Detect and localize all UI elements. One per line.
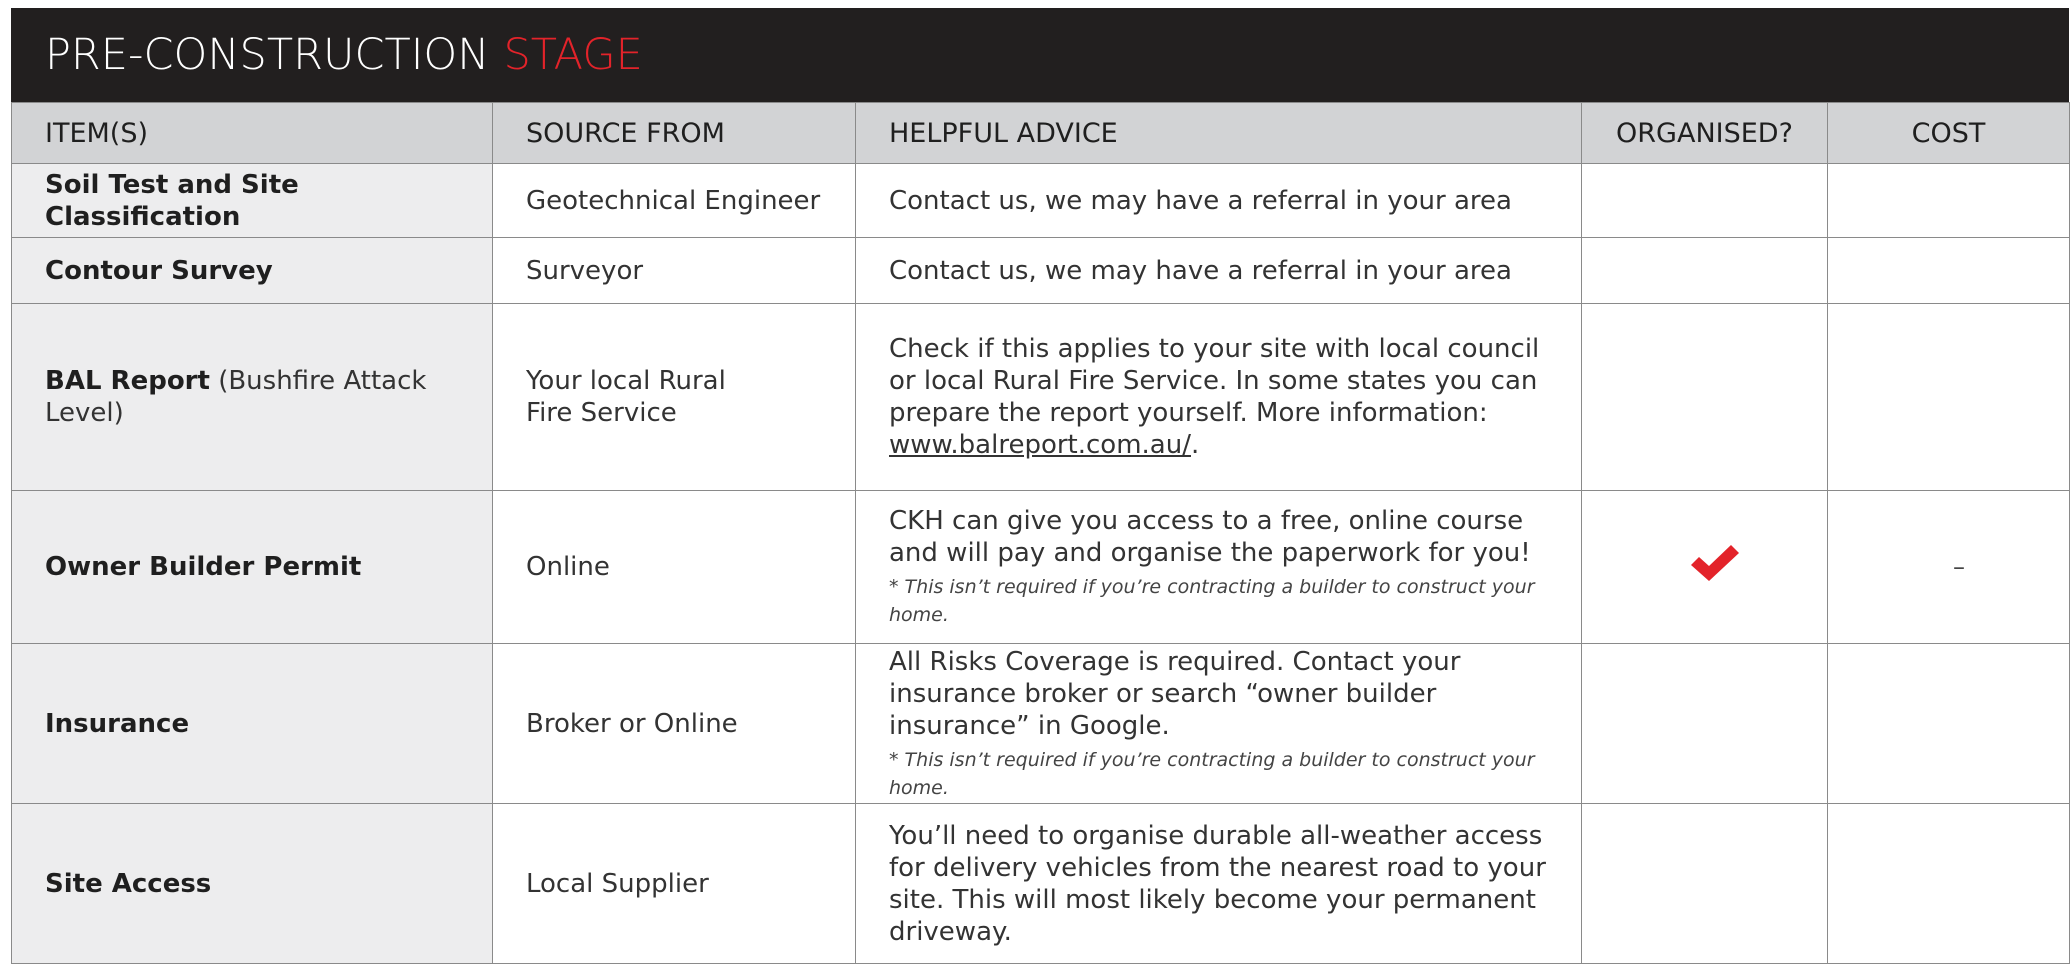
advice-note: * This isn’t required if you’re contract… <box>889 576 1535 626</box>
item-cell: Insurance <box>11 643 493 804</box>
stage-title-accent: STAGE <box>503 30 643 80</box>
stage-title-bar: PRE-CONSTRUCTION STAGE <box>11 8 2069 102</box>
cost-cell[interactable] <box>1827 237 2070 304</box>
item-name: Soil Test and Site Classification <box>45 169 299 232</box>
source-cell: Surveyor <box>492 237 856 304</box>
cost-cell[interactable] <box>1827 303 2070 491</box>
advice-note: * This isn’t required if you’re contract… <box>889 748 1535 799</box>
cost-cell[interactable] <box>1827 643 2070 804</box>
advice-cell: Check if this applies to your site with … <box>855 303 1582 491</box>
column-header-organised: ORGANISED? <box>1581 102 1828 164</box>
advice-text: You’ll need to organise durable all-weat… <box>889 820 1546 947</box>
column-header-item: ITEM(S) <box>11 102 493 164</box>
column-header-row: ITEM(S) SOURCE FROM HELPFUL ADVICE ORGAN… <box>11 102 2070 164</box>
balreport-link[interactable]: www.balreport.com.au/ <box>889 430 1191 460</box>
advice-link-suffix: . <box>1190 430 1200 460</box>
source-cell: Broker or Online <box>492 643 856 804</box>
organised-cell[interactable] <box>1581 303 1828 491</box>
item-cell: BAL Report (Bushfire Attack Level) <box>11 303 493 491</box>
checklist-sheet: PRE-CONSTRUCTION STAGE ITEM(S) SOURCE FR… <box>11 8 2070 964</box>
checkmark-icon <box>1689 543 1741 591</box>
source-cell: Your local Rural Fire Service <box>492 303 856 491</box>
cost-cell[interactable] <box>1827 803 2070 964</box>
item-cell: Contour Survey <box>11 237 493 304</box>
advice-text: Contact us, we may have a referral in yo… <box>889 185 1512 216</box>
advice-text: Check if this applies to your site with … <box>889 334 1540 428</box>
advice-cell: CKH can give you access to a free, onlin… <box>855 490 1582 644</box>
organised-cell[interactable] <box>1581 237 1828 304</box>
advice-cell: You’ll need to organise durable all-weat… <box>855 803 1582 964</box>
item-name: BAL Report <box>45 366 210 396</box>
table-row: Site Access Local Supplier You’ll need t… <box>11 803 2070 964</box>
table-row: Contour Survey Surveyor Contact us, we m… <box>11 237 2070 304</box>
cost-cell[interactable]: – <box>1827 490 2070 644</box>
item-name: Owner Builder Permit <box>45 552 362 582</box>
table-row: Soil Test and Site Classification Geotec… <box>11 163 2070 238</box>
organised-cell[interactable] <box>1581 490 1828 644</box>
item-name: Insurance <box>45 708 190 739</box>
item-cell: Site Access <box>11 803 493 964</box>
advice-text: Contact us, we may have a referral in yo… <box>889 255 1512 286</box>
checklist-table: ITEM(S) SOURCE FROM HELPFUL ADVICE ORGAN… <box>11 102 2070 964</box>
column-header-cost: COST <box>1827 102 2070 164</box>
organised-cell[interactable] <box>1581 803 1828 964</box>
advice-cell: All Risks Coverage is required. Contact … <box>855 643 1582 804</box>
source-cell: Geotechnical Engineer <box>492 163 856 238</box>
advice-text: CKH can give you access to a free, onlin… <box>889 506 1531 568</box>
table-row: BAL Report (Bushfire Attack Level) Your … <box>11 303 2070 491</box>
item-name: Contour Survey <box>45 255 273 286</box>
column-header-advice: HELPFUL ADVICE <box>855 102 1582 164</box>
table-row: Owner Builder Permit Online CKH can give… <box>11 490 2070 644</box>
source-cell: Online <box>492 490 856 644</box>
cost-value: – <box>1953 553 1965 581</box>
source-cell: Local Supplier <box>492 803 856 964</box>
advice-cell: Contact us, we may have a referral in yo… <box>855 237 1582 304</box>
cost-cell[interactable] <box>1827 163 2070 238</box>
stage-title-main: PRE-CONSTRUCTION <box>45 30 490 80</box>
column-header-source: SOURCE FROM <box>492 102 856 164</box>
organised-cell[interactable] <box>1581 643 1828 804</box>
item-cell: Soil Test and Site Classification <box>11 163 493 238</box>
table-row: Insurance Broker or Online All Risks Cov… <box>11 643 2070 804</box>
advice-cell: Contact us, we may have a referral in yo… <box>855 163 1582 238</box>
organised-cell[interactable] <box>1581 163 1828 238</box>
advice-text: All Risks Coverage is required. Contact … <box>889 646 1461 741</box>
item-cell: Owner Builder Permit <box>11 490 493 644</box>
source-text: Your local Rural Fire Service <box>526 366 726 428</box>
item-name: Site Access <box>45 868 212 899</box>
